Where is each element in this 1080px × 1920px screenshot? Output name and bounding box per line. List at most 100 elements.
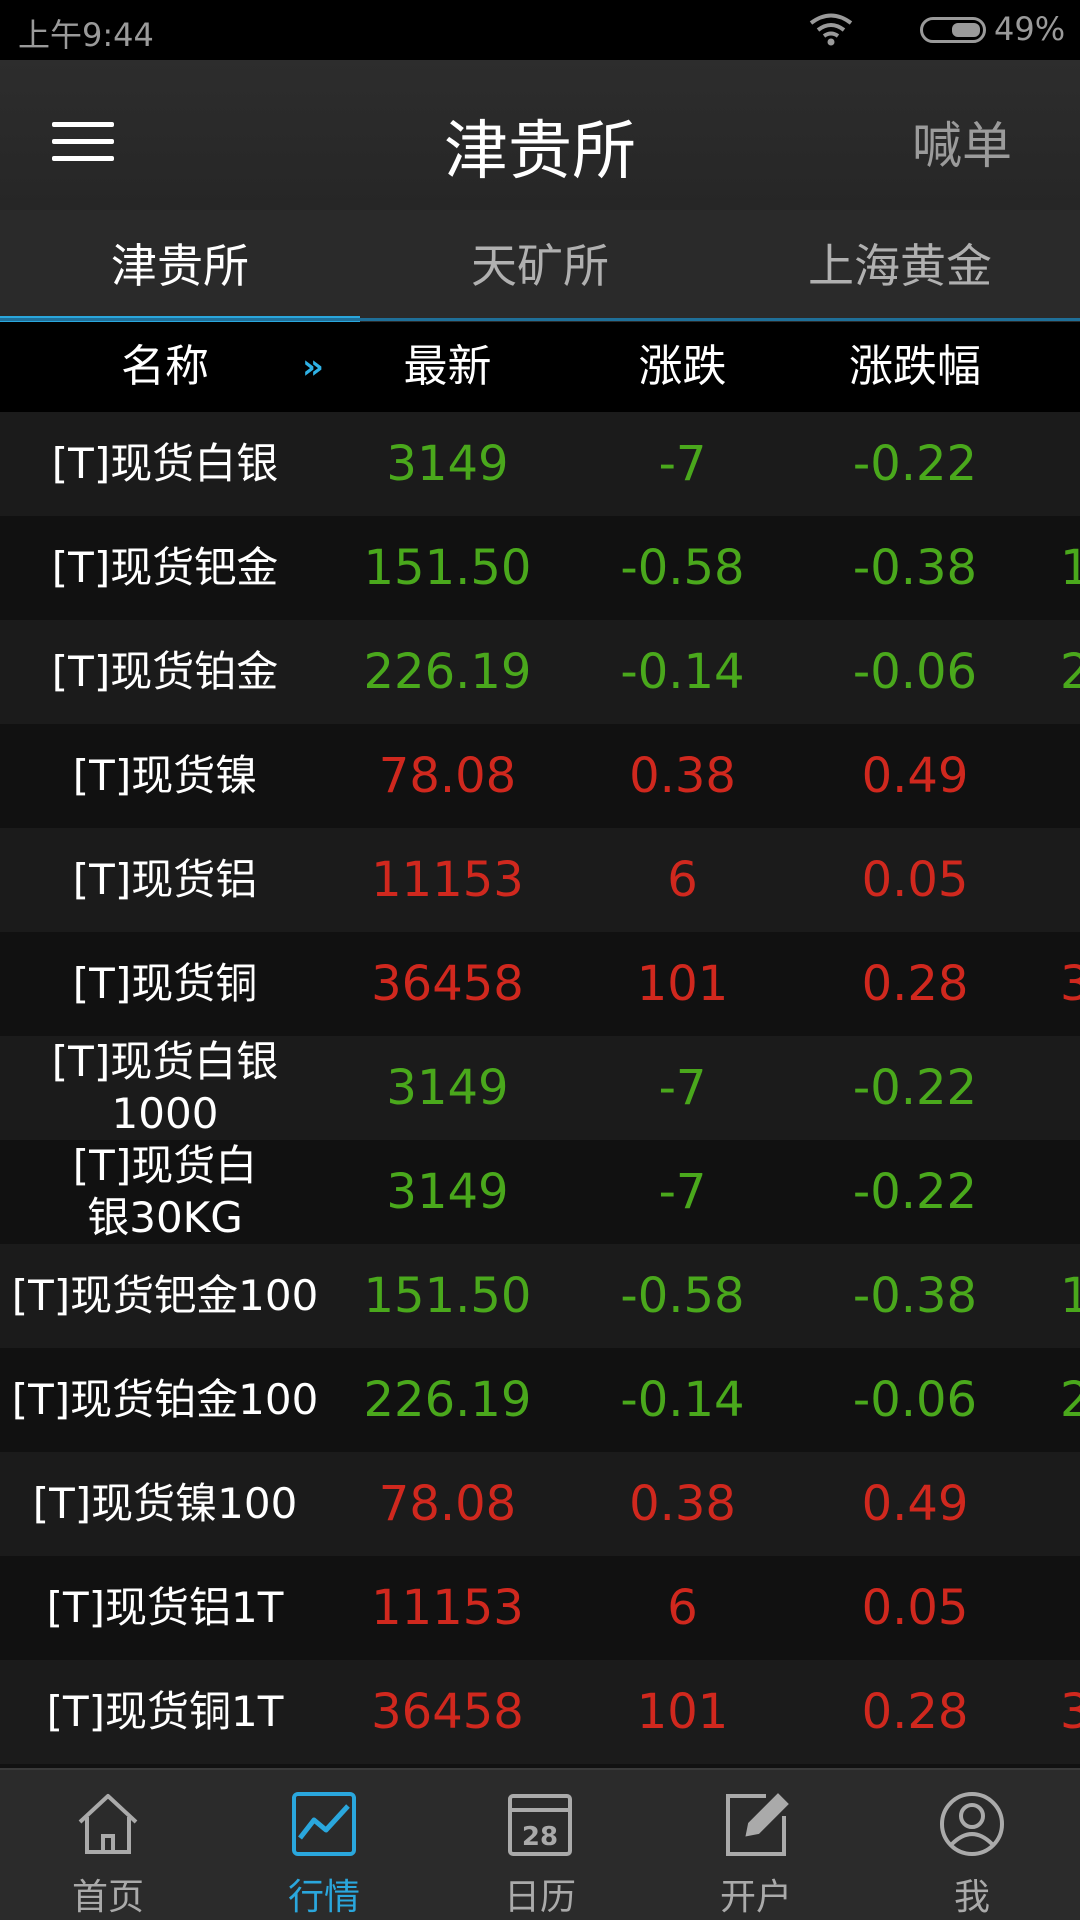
latest-price: 226.19 — [363, 644, 532, 700]
table-row[interactable]: [T]现货镍100 78.08 0.38 0.49 — [0, 1452, 1080, 1556]
column-change[interactable]: 涨跌 — [565, 322, 800, 412]
column-header: 名称 » 最新 涨跌 涨跌幅 — [0, 322, 1080, 412]
instrument-name: [T]现货白银30KG — [72, 1141, 258, 1242]
battery-icon — [920, 17, 986, 43]
price-change: -0.14 — [620, 644, 745, 700]
table-row[interactable]: [T]现货铝 11153 6 0.05 — [0, 828, 1080, 932]
latest-price: 3149 — [386, 436, 509, 492]
table-row[interactable]: [T]现货白银30KG 3149 -7 -0.22 — [0, 1140, 1080, 1244]
latest-price: 226.19 — [363, 1372, 532, 1428]
next-column-peek: 1 — [1060, 1268, 1080, 1324]
latest-price: 151.50 — [363, 1268, 532, 1324]
nav-market-label: 行情 — [287, 1877, 360, 1918]
next-column-peek — [1060, 1556, 1080, 1660]
next-column-peek — [1060, 828, 1080, 932]
instrument-name: [T]现货钯金100 — [11, 1271, 319, 1320]
table-row[interactable]: [T]现货镍 78.08 0.38 0.49 — [0, 724, 1080, 828]
bottom-nav: 首页 行情 28 日历 开户 我 — [0, 1768, 1080, 1920]
calendar-day: 28 — [522, 1822, 558, 1852]
change-percent: 0.49 — [861, 1476, 969, 1532]
instrument-name: [T]现货钯金 — [51, 543, 279, 592]
table-row[interactable]: [T]现货钯金100 151.50 -0.58 -0.38 1 — [0, 1244, 1080, 1348]
next-column-peek: 2 — [1060, 644, 1080, 700]
table-row[interactable]: [T]现货铜 36458 101 0.28 3 — [0, 932, 1080, 1036]
table-row[interactable]: [T]现货铜1T 36458 101 0.28 3 — [0, 1660, 1080, 1764]
tab-tiankuangsuo[interactable]: 天矿所 — [360, 210, 720, 322]
instrument-name: [T]现货铝1T — [46, 1583, 284, 1632]
nav-open-account-label: 开户 — [719, 1877, 792, 1918]
instrument-name: [T]现货镍 — [72, 751, 258, 800]
change-percent: -0.22 — [852, 1164, 978, 1220]
next-column-peek — [1060, 724, 1080, 828]
instrument-name: [T]现货白银1000 — [51, 1037, 279, 1138]
tab-shanghai-gold[interactable]: 上海黄金 — [720, 210, 1080, 322]
user-icon — [940, 1792, 1004, 1856]
tab-jinguisuo[interactable]: 津贵所 — [0, 210, 360, 322]
price-change: -0.58 — [620, 540, 745, 596]
exchange-tabs: 津贵所 天矿所 上海黄金 — [0, 210, 1080, 322]
calendar-icon: 28 — [508, 1794, 572, 1856]
table-row[interactable]: [T]现货铂金 226.19 -0.14 -0.06 2 — [0, 620, 1080, 724]
table-row[interactable]: [T]现货铂金100 226.19 -0.14 -0.06 2 — [0, 1348, 1080, 1452]
price-change: 0.38 — [629, 748, 736, 804]
latest-price: 11153 — [371, 1580, 524, 1636]
nav-me[interactable]: 我 — [864, 1770, 1080, 1920]
nav-home-label: 首页 — [71, 1877, 144, 1918]
next-column-peek — [1060, 412, 1080, 516]
nav-me-label: 我 — [953, 1877, 990, 1918]
price-change: 101 — [636, 956, 729, 1012]
change-percent: 0.49 — [861, 748, 969, 804]
edit-icon — [726, 1793, 789, 1856]
price-change: -7 — [658, 436, 707, 492]
screen: 上午9:44 49% 津贵所 喊单 津贵所 天矿所 上海黄金 名称 » 最新 涨… — [0, 0, 1080, 1920]
change-percent: 0.05 — [861, 852, 969, 908]
quote-list: [T]现货白银 3149 -7 -0.22 [T]现货钯金 151.50 -0.58 -0.3… — [0, 412, 1080, 1764]
nav-calendar[interactable]: 28 日历 — [432, 1770, 648, 1920]
table-row[interactable]: [T]现货钯金 151.50 -0.58 -0.38 1 — [0, 516, 1080, 620]
status-bar: 上午9:44 49% — [0, 0, 1080, 60]
next-column-peek: 3 — [1060, 1684, 1080, 1740]
instrument-name: [T]现货铂金100 — [11, 1375, 319, 1424]
price-change: 101 — [636, 1684, 729, 1740]
latest-price: 151.50 — [363, 540, 532, 596]
next-column-peek: 1 — [1060, 540, 1080, 596]
instrument-name: [T]现货铜 — [72, 959, 258, 1008]
latest-price: 11153 — [371, 852, 524, 908]
change-percent: 0.28 — [861, 1684, 969, 1740]
status-time: 上午9:44 — [18, 16, 154, 54]
call-order-button[interactable]: 喊单 — [912, 106, 1012, 178]
column-name: 名称 — [121, 341, 209, 392]
next-column-peek — [1060, 1036, 1080, 1140]
latest-price: 3149 — [386, 1164, 509, 1220]
change-percent: -0.38 — [852, 540, 978, 596]
double-chevron-right-icon[interactable]: » — [302, 322, 324, 412]
table-row[interactable]: [T]现货白银1000 3149 -7 -0.22 — [0, 1036, 1080, 1140]
table-row[interactable]: [T]现货铝1T 11153 6 0.05 — [0, 1556, 1080, 1660]
nav-market[interactable]: 行情 — [216, 1770, 432, 1920]
latest-price: 78.08 — [378, 748, 517, 804]
next-column-peek — [1060, 1452, 1080, 1556]
change-percent: -0.38 — [852, 1268, 978, 1324]
price-change: -0.58 — [620, 1268, 745, 1324]
price-change: 0.38 — [629, 1476, 736, 1532]
change-percent: -0.06 — [852, 1372, 978, 1428]
column-change-percent[interactable]: 涨跌幅 — [800, 322, 1030, 412]
change-percent: -0.22 — [852, 1060, 978, 1116]
instrument-name: [T]现货镍100 — [32, 1479, 298, 1528]
home-icon — [78, 1794, 138, 1854]
price-change: -7 — [658, 1060, 707, 1116]
latest-price: 36458 — [371, 956, 524, 1012]
price-change: 6 — [667, 852, 698, 908]
latest-price: 36458 — [371, 1684, 524, 1740]
instrument-name: [T]现货白银 — [51, 439, 279, 488]
nav-home[interactable]: 首页 — [0, 1770, 216, 1920]
change-percent: -0.06 — [852, 644, 978, 700]
table-row[interactable]: [T]现货白银 3149 -7 -0.22 — [0, 412, 1080, 516]
battery-percent: 49% — [994, 10, 1066, 48]
nav-open-account[interactable]: 开户 — [648, 1770, 864, 1920]
price-change: 6 — [667, 1580, 698, 1636]
next-column-peek: 2 — [1060, 1372, 1080, 1428]
app-header: 津贵所 喊单 — [0, 60, 1080, 210]
instrument-name: [T]现货铂金 — [51, 647, 279, 696]
column-latest[interactable]: 最新 — [330, 322, 565, 412]
